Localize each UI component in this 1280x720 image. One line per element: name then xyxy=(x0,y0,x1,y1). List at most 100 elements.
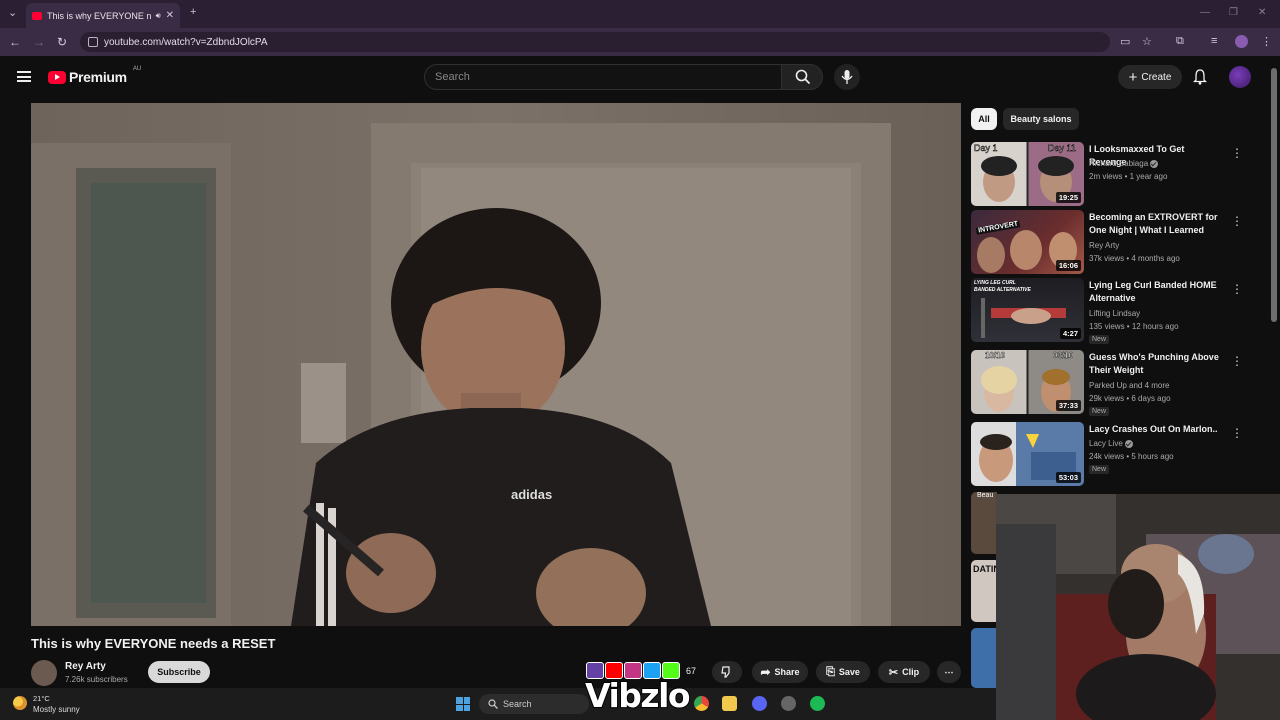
back-icon[interactable]: ← xyxy=(9,35,21,49)
more-vertical-icon[interactable]: ⋮ xyxy=(1231,214,1243,228)
page-scrollbar[interactable] xyxy=(1271,68,1277,322)
subscribe-button[interactable]: Subscribe xyxy=(148,661,210,683)
notifications-bell-icon[interactable] xyxy=(1193,69,1207,85)
video-thumbnail[interactable]: Day 1 Day 11 19:25 xyxy=(971,142,1084,206)
clip-button[interactable]: ✂ Clip xyxy=(878,661,930,683)
scissors-icon: ✂ xyxy=(888,666,899,679)
windows-start-icon[interactable] xyxy=(456,697,470,711)
dislike-button[interactable] xyxy=(712,661,742,683)
thumb-label: DATIN xyxy=(973,564,997,574)
thumb-label: 03/10 xyxy=(1053,351,1074,360)
video-duration: 16:06 xyxy=(1055,260,1081,271)
video-player[interactable]: adidas xyxy=(31,103,961,626)
media-control-icon[interactable]: ≡ xyxy=(1211,35,1217,47)
video-duration: 4:27 xyxy=(1059,328,1081,339)
close-window-icon[interactable]: ✕ xyxy=(1258,7,1266,18)
video-thumbnail[interactable]: 10/10 03/10 37:33 xyxy=(971,350,1084,414)
search-input[interactable]: Search xyxy=(424,64,782,90)
recommendation-meta: 29k views • 6 days ago xyxy=(1089,394,1171,403)
weather-sun-icon[interactable] xyxy=(13,696,27,710)
browser-profile-avatar[interactable] xyxy=(1235,35,1248,48)
thumb-label: LYING LEG CURL xyxy=(974,280,1016,286)
forward-icon[interactable]: → xyxy=(33,35,45,49)
search-icon xyxy=(795,69,811,85)
logo-text: Premium xyxy=(69,69,127,85)
site-info-icon[interactable] xyxy=(88,37,98,47)
file-explorer-icon[interactable] xyxy=(722,696,737,711)
video-duration: 19:25 xyxy=(1055,192,1081,203)
spotify-taskbar-icon[interactable] xyxy=(810,696,825,711)
recommendation-title[interactable]: Guess Who's Punching Above Their Weight xyxy=(1089,351,1224,377)
video-thumbnail[interactable]: DATIN xyxy=(971,560,997,622)
recommendation-item[interactable]: LYING LEG CURL BANDED ALTERNATIVE 4:27 L… xyxy=(971,278,1251,344)
account-avatar[interactable] xyxy=(1229,66,1251,88)
video-thumbnail[interactable]: INTROVERT 16:06 xyxy=(971,210,1084,274)
channel-avatar[interactable] xyxy=(31,660,57,686)
browser-tab-bar: ⌄ This is why EVERYONE nee 🔊︎ ✕ + — ❐ ✕ xyxy=(0,0,1280,28)
hamburger-menu-icon[interactable] xyxy=(17,71,31,82)
youtube-premium-logo[interactable]: Premium AU xyxy=(48,66,142,85)
save-playlist-icon: ⎘ xyxy=(826,665,835,678)
cast-icon[interactable]: ▭ xyxy=(1120,35,1130,48)
taskbar-search[interactable]: Search xyxy=(479,694,589,714)
recommendation-title[interactable]: Lying Leg Curl Banded HOME Alternative xyxy=(1089,279,1224,305)
youtube-play-icon xyxy=(48,70,66,84)
share-icon: ➦ xyxy=(760,665,771,679)
recommendation-channel: Rey Arty xyxy=(1089,241,1120,250)
url-text: youtube.com/watch?v=ZdbndJOlcPA xyxy=(104,36,268,48)
voice-search-button[interactable] xyxy=(834,64,860,90)
weather-condition: Mostly sunny xyxy=(33,705,80,714)
video-thumbnail[interactable]: Beau xyxy=(971,492,997,554)
channel-name[interactable]: Rey Arty xyxy=(65,661,106,672)
chip-beauty-salons[interactable]: Beauty salons xyxy=(1003,108,1079,130)
chrome-taskbar-icon[interactable] xyxy=(694,696,709,711)
discord-taskbar-icon[interactable] xyxy=(752,696,767,711)
more-vertical-icon[interactable]: ⋮ xyxy=(1231,282,1243,296)
recommendation-item[interactable]: Day 1 Day 11 19:25 I Looksmaxxed To Get … xyxy=(971,142,1251,206)
search-button[interactable] xyxy=(781,64,823,90)
tab-title: This is why EVERYONE nee xyxy=(47,10,151,21)
taskbar-search-label: Search xyxy=(503,699,532,709)
app-taskbar-icon[interactable] xyxy=(781,696,796,711)
new-tab-icon[interactable]: + xyxy=(190,6,196,18)
video-thumbnail[interactable] xyxy=(971,628,997,688)
extensions-icon[interactable]: ⧉ xyxy=(1176,35,1184,48)
video-thumbnail[interactable]: 53:03 xyxy=(971,422,1084,486)
browser-tab[interactable]: This is why EVERYONE nee 🔊︎ ✕ xyxy=(26,3,180,28)
save-button[interactable]: ⎘ Save xyxy=(816,661,870,683)
subscriber-count: 7.26k subscribers xyxy=(65,675,128,684)
search-icon xyxy=(488,699,498,709)
recommendation-title[interactable]: Becoming an EXTROVERT for One Night | Wh… xyxy=(1089,211,1224,237)
recommendation-channel: Richard Sabiaga xyxy=(1089,157,1159,170)
new-badge: New xyxy=(1089,407,1110,416)
close-tab-icon[interactable]: ✕ xyxy=(166,10,174,21)
speaker-icon[interactable]: 🔊︎ xyxy=(156,11,161,21)
thumb-label: 10/10 xyxy=(985,351,1006,360)
create-button[interactable]: + Create xyxy=(1118,65,1182,89)
recommendation-channel: Lifting Lindsay xyxy=(1089,309,1141,318)
recommendation-item[interactable]: 53:03 Lacy Crashes Out On Marlon.. Lacy … xyxy=(971,422,1251,486)
share-button[interactable]: ➦ Share xyxy=(752,661,808,683)
recommendation-title[interactable]: Lacy Crashes Out On Marlon.. xyxy=(1089,423,1224,436)
more-actions-button[interactable]: ⋯ xyxy=(937,661,961,683)
recommendation-item[interactable]: 10/10 03/10 37:33 Guess Who's Punching A… xyxy=(971,350,1251,416)
recommendation-channel: Parked Up and 4 more xyxy=(1089,381,1170,390)
minimize-icon[interactable]: — xyxy=(1200,7,1210,18)
clip-label: Clip xyxy=(902,667,920,677)
recommendation-item[interactable]: INTROVERT 16:06 Becoming an EXTROVERT fo… xyxy=(971,210,1251,274)
maximize-icon[interactable]: ❐ xyxy=(1229,7,1238,18)
recommendation-meta: 2m views • 1 year ago xyxy=(1089,172,1168,181)
video-duration: 53:03 xyxy=(1055,472,1081,483)
region-code: AU xyxy=(132,66,142,72)
video-thumbnail[interactable]: LYING LEG CURL BANDED ALTERNATIVE 4:27 xyxy=(971,278,1084,342)
browser-menu-icon[interactable]: ⋮ xyxy=(1261,35,1272,48)
microphone-icon xyxy=(841,70,853,84)
tab-list-icon[interactable]: ⌄ xyxy=(8,6,17,19)
bookmark-star-icon[interactable]: ☆ xyxy=(1142,35,1152,48)
more-vertical-icon[interactable]: ⋮ xyxy=(1231,354,1243,368)
address-bar[interactable]: youtube.com/watch?v=ZdbndJOlcPA xyxy=(80,32,1110,52)
reload-icon[interactable]: ↻ xyxy=(57,35,67,49)
more-vertical-icon[interactable]: ⋮ xyxy=(1231,426,1243,440)
chip-all[interactable]: All xyxy=(971,108,997,130)
more-vertical-icon[interactable]: ⋮ xyxy=(1231,146,1243,160)
